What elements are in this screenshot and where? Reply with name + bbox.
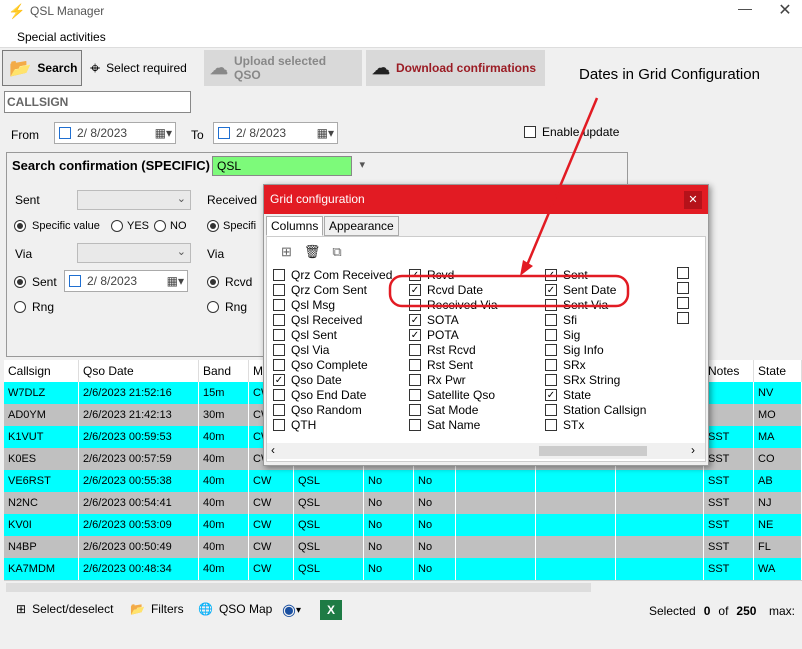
annotation-arrowhead bbox=[520, 260, 533, 276]
annotation-highlight bbox=[388, 274, 630, 308]
annotation-overlay bbox=[388, 97, 630, 308]
annotation-arrow-line bbox=[523, 97, 599, 271]
